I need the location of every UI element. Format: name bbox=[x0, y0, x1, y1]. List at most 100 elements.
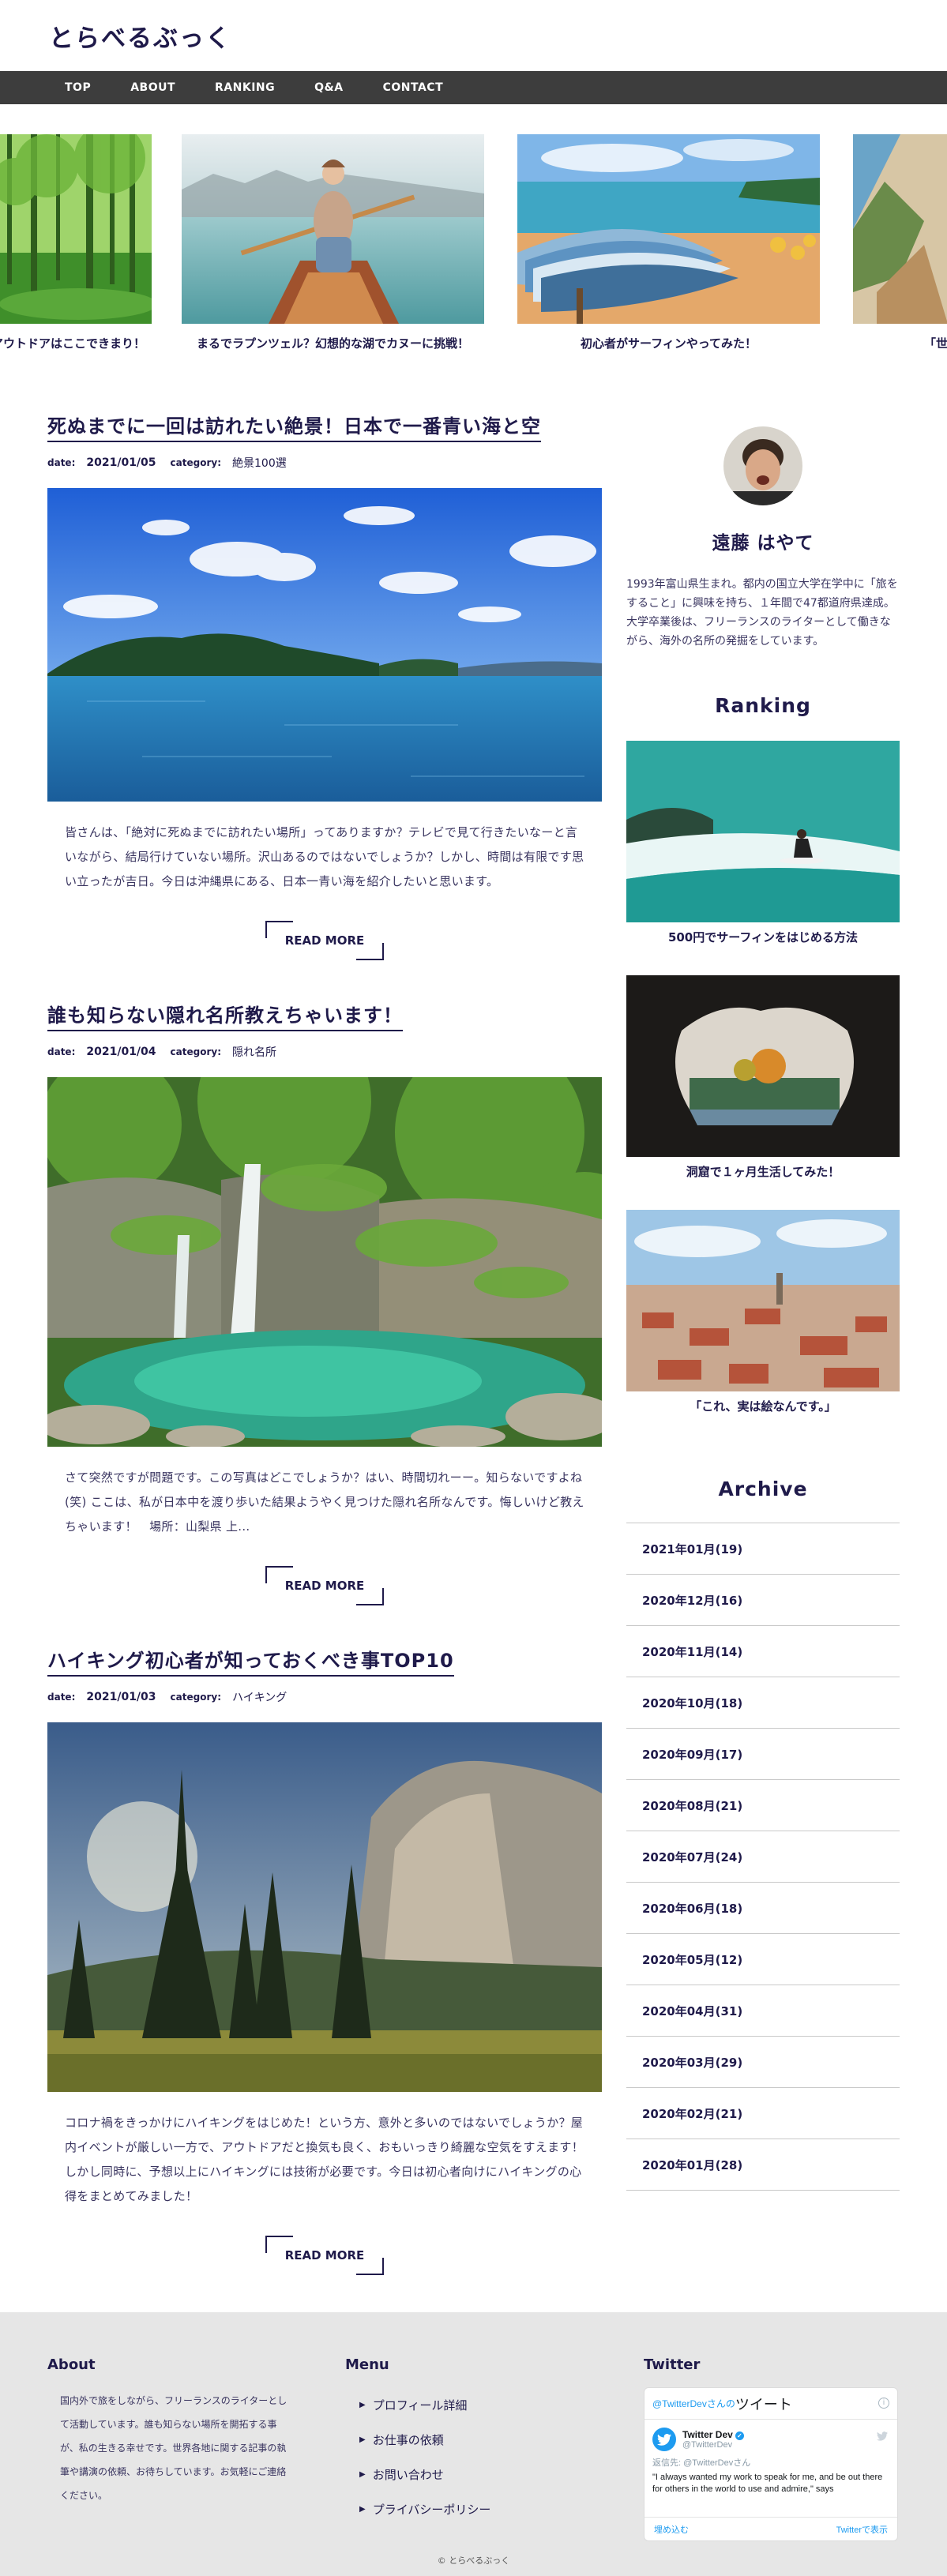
nav-item-qa[interactable]: Q&A bbox=[314, 81, 343, 94]
site-logo-title[interactable]: とらべるぶっく bbox=[49, 18, 231, 54]
twitter-header-prefix[interactable]: @TwitterDevさんの bbox=[652, 2397, 735, 2410]
read-more-button[interactable]: READ MORE bbox=[265, 921, 384, 960]
ranking-caption: 500円でサーフィンをはじめる方法 bbox=[667, 930, 859, 944]
twitter-logo-icon[interactable] bbox=[877, 2431, 888, 2445]
post-category[interactable]: ハイキング bbox=[232, 1689, 287, 1705]
footer-about: About 国内外で旅をしながら、フリーランスのライターとして活動しています。誰… bbox=[47, 2356, 292, 2507]
twitter-header-title: ツイート bbox=[735, 2396, 792, 2413]
post-excerpt: さて突然ですが問題です。この写真はどこでしょうか？はい、時間切れーー。知らないで… bbox=[65, 1470, 584, 1534]
twitter-timeline-widget: @TwitterDevさんの ツイート i Twitter Dev ✓ @Twit… bbox=[644, 2387, 898, 2541]
read-more-button[interactable]: READ MORE bbox=[265, 2236, 384, 2275]
archive-item[interactable]: 2020年06月(18) bbox=[626, 1883, 900, 1934]
archive-item[interactable]: 2020年11月(14) bbox=[626, 1626, 900, 1677]
footer-menu-label: お仕事の依頼 bbox=[372, 2432, 444, 2447]
footer-about-text: 国内外で旅をしながら、フリーランスのライターとして活動しています。誰も知らない場… bbox=[60, 2395, 287, 2501]
nav-item-top[interactable]: TOP bbox=[65, 81, 91, 94]
profile-name: 遠藤 はやて bbox=[712, 533, 814, 554]
archive-item[interactable]: 2020年03月(29) bbox=[626, 2037, 900, 2088]
ranking-caption: 洞窟で１ヶ月生活してみた！ bbox=[686, 1165, 840, 1179]
footer-menu-item-profile[interactable]: ▶ プロフィール詳細 bbox=[345, 2387, 490, 2422]
post-excerpt: 皆さんは、「絶対に死ぬまでに訪れたい場所」ってありますか？テレビで見て行きたいな… bbox=[65, 825, 584, 888]
post-card: ハイキング初心者が知っておくべき事TOP10 date: 2021/01/03 … bbox=[47, 1645, 602, 2275]
slide-surfboards[interactable]: 初心者がサーフィンやってみた！ bbox=[517, 134, 820, 351]
category-label: category: bbox=[170, 1692, 221, 1703]
triangle-right-icon: ▶ bbox=[359, 2469, 366, 2479]
post-date: 2021/01/05 bbox=[86, 456, 156, 469]
post-title[interactable]: 誰も知らない隠れ名所教えちゃいます！ bbox=[47, 1000, 403, 1031]
post-image-sea[interactable] bbox=[47, 488, 602, 802]
footer-menu-item-privacy[interactable]: ▶ プライバシーポリシー bbox=[345, 2492, 490, 2526]
read-more-corner-decoration bbox=[356, 1588, 384, 1605]
nav-item-about[interactable]: ABOUT bbox=[130, 81, 175, 94]
twitter-view-link[interactable]: Twitterで表示 bbox=[836, 2523, 888, 2536]
nav-item-ranking[interactable]: RANKING bbox=[215, 81, 275, 94]
slide-canoe[interactable]: まるでラプンツェル？幻想的な湖でカヌーに挑戦！ bbox=[182, 134, 484, 351]
post-category[interactable]: 隠れ名所 bbox=[232, 1044, 276, 1060]
post-image-mountain[interactable] bbox=[47, 1722, 602, 2092]
copyright: © とらべるぶっく bbox=[437, 2555, 510, 2566]
twitter-bird-icon bbox=[652, 2428, 676, 2451]
info-icon[interactable]: i bbox=[878, 2398, 889, 2409]
tweet-user-name-text: Twitter Dev bbox=[682, 2429, 733, 2440]
footer-menu-item-contact[interactable]: ▶ お問い合わせ bbox=[345, 2457, 490, 2492]
post-category[interactable]: 絶景100選 bbox=[232, 455, 287, 471]
ranking-item[interactable]: 洞窟で１ヶ月生活してみた！ bbox=[626, 975, 900, 1180]
slide-image-canoe bbox=[182, 134, 484, 324]
archive-item[interactable]: 2020年08月(21) bbox=[626, 1780, 900, 1831]
triangle-right-icon: ▶ bbox=[359, 2504, 366, 2514]
slide-image-forest bbox=[0, 134, 152, 324]
archive-item[interactable]: 2020年09月(17) bbox=[626, 1729, 900, 1780]
slide-painting[interactable]: 「世 bbox=[853, 134, 947, 351]
post-title[interactable]: ハイキング初心者が知っておくべき事TOP10 bbox=[47, 1645, 454, 1677]
tweet-text: "I always wanted my work to speak for me… bbox=[652, 2473, 883, 2494]
slide-caption: まるでラプンツェル？幻想的な湖でカヌーに挑戦！ bbox=[196, 336, 469, 351]
archive-item[interactable]: 2021年01月(19) bbox=[626, 1523, 900, 1575]
post-excerpt: コロナ禍をきっかけにハイキングをはじめた！という方、意外と多いのではないでしょう… bbox=[65, 2116, 584, 2203]
archive-item[interactable]: 2020年12月(16) bbox=[626, 1575, 900, 1626]
category-label: category: bbox=[170, 457, 221, 468]
post-meta: date: 2021/01/05 category: 絶景100選 bbox=[47, 455, 602, 471]
footer-about-heading: About bbox=[47, 2356, 96, 2373]
nav-item-contact[interactable]: CONTACT bbox=[383, 81, 444, 94]
tweet-reply-prefix: 返信先: bbox=[652, 2458, 684, 2468]
slide-forest[interactable]: アウトドアはここできまり！ bbox=[0, 134, 152, 351]
tweet-reply-handle[interactable]: @TwitterDevさん bbox=[683, 2458, 750, 2468]
tweet-user[interactable]: Twitter Dev ✓ @TwitterDev bbox=[652, 2428, 889, 2451]
post-image-waterfall[interactable] bbox=[47, 1077, 602, 1447]
footer-menu-item-work[interactable]: ▶ お仕事の依頼 bbox=[345, 2422, 490, 2457]
post-date: 2021/01/03 bbox=[86, 1691, 156, 1703]
ranking-heading: Ranking bbox=[715, 694, 811, 717]
triangle-right-icon: ▶ bbox=[359, 2400, 366, 2409]
date-label: date: bbox=[47, 1046, 76, 1057]
slide-caption: 「世 bbox=[924, 336, 947, 351]
ranking-image-surfing bbox=[626, 741, 900, 922]
site-header: とらべるぶっく bbox=[0, 0, 947, 71]
avatar bbox=[723, 426, 802, 505]
archive-item[interactable]: 2020年02月(21) bbox=[626, 2088, 900, 2139]
read-more-button[interactable]: READ MORE bbox=[265, 1566, 384, 1605]
ranking-caption: 「これ、実は絵なんです。」 bbox=[690, 1399, 836, 1414]
footer-menu-label: プロフィール詳細 bbox=[372, 2398, 468, 2413]
post-meta: date: 2021/01/03 category: ハイキング bbox=[47, 1689, 602, 1705]
tweet-user-names: Twitter Dev ✓ @TwitterDev bbox=[682, 2429, 744, 2450]
date-label: date: bbox=[47, 457, 76, 468]
archive-item[interactable]: 2020年05月(12) bbox=[626, 1934, 900, 1985]
archive-item[interactable]: 2020年10月(18) bbox=[626, 1677, 900, 1729]
post-title[interactable]: 死ぬまでに一回は訪れたい絶景！日本で一番青い海と空 bbox=[47, 411, 541, 442]
featured-slider: アウトドアはここできまり！ まるでラプンツェル？幻想的な湖でカヌーに挑戦！ 初心… bbox=[0, 134, 947, 395]
sidebar: 遠藤 はやて 1993年富山県生まれ。都内の国立大学在学中に「旅をすること」に興… bbox=[626, 426, 900, 2191]
archive-item[interactable]: 2020年07月(24) bbox=[626, 1831, 900, 1883]
archive-item[interactable]: 2020年04月(31) bbox=[626, 1985, 900, 2037]
ranking-item[interactable]: 500円でサーフィンをはじめる方法 bbox=[626, 741, 900, 945]
profile-bio: 1993年富山県生まれ。都内の国立大学在学中に「旅をすること」に興味を持ち、１年… bbox=[626, 578, 898, 648]
archive-item[interactable]: 2020年01月(28) bbox=[626, 2139, 900, 2191]
twitter-embed-link[interactable]: 埋め込む bbox=[654, 2523, 689, 2536]
archive-list: 2021年01月(19) 2020年12月(16) 2020年11月(14) 2… bbox=[626, 1523, 900, 2191]
ranking-item[interactable]: 「これ、実は絵なんです。」 bbox=[626, 1210, 900, 1414]
post-date: 2021/01/04 bbox=[86, 1046, 156, 1058]
ranking-image-cave bbox=[626, 975, 900, 1157]
tweet-reply-to: 返信先: @TwitterDevさん bbox=[652, 2456, 889, 2469]
tweet-user-handle: @TwitterDev bbox=[682, 2440, 733, 2450]
slide-image-painting bbox=[853, 134, 947, 324]
tweet-user-name: Twitter Dev ✓ bbox=[682, 2429, 744, 2440]
